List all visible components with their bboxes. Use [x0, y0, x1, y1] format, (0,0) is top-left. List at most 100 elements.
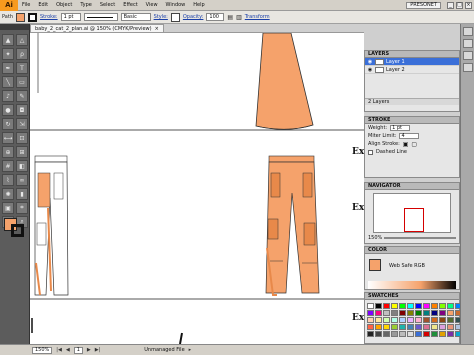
menu-type[interactable]: Type: [76, 2, 95, 8]
color-swatch[interactable]: [391, 303, 398, 309]
menu-edit[interactable]: Edit: [34, 2, 52, 8]
eyedropper-tool-icon[interactable]: ⌇: [2, 174, 14, 186]
color-swatch[interactable]: [383, 331, 390, 337]
transform-link[interactable]: Transform: [245, 14, 270, 20]
last-artboard-icon[interactable]: ▶|: [95, 347, 101, 353]
minimize-button[interactable]: _: [447, 1, 454, 9]
stroke-weight-input[interactable]: 1 pt: [390, 125, 411, 131]
color-swatch[interactable]: [447, 317, 454, 323]
color-swatch[interactable]: [407, 317, 414, 323]
first-artboard-icon[interactable]: |◀: [56, 347, 62, 353]
close-button[interactable]: ×: [465, 1, 472, 9]
document-tab[interactable]: baby_2_cat_2_plan.ai @ 150% (CMYK/Previe…: [30, 24, 164, 32]
next-artboard-icon[interactable]: ▶: [87, 347, 91, 353]
color-swatch[interactable]: [383, 317, 390, 323]
color-swatch[interactable]: [375, 331, 382, 337]
color-swatch[interactable]: [423, 324, 430, 330]
color-swatch[interactable]: [415, 310, 422, 316]
color-swatch[interactable]: [367, 331, 374, 337]
fill-color-swatch[interactable]: [15, 12, 25, 22]
color-swatch[interactable]: [439, 331, 446, 337]
stroke-weight-field[interactable]: 1 pt: [60, 13, 81, 21]
color-swatch[interactable]: [367, 324, 374, 330]
color-swatch[interactable]: [367, 310, 374, 316]
color-fill-swatch[interactable]: [369, 259, 381, 271]
rotate-tool-icon[interactable]: ↻: [2, 118, 14, 130]
collapsed-panel-icon[interactable]: [463, 39, 473, 48]
color-swatch[interactable]: [431, 331, 438, 337]
color-swatch[interactable]: [423, 317, 430, 323]
menu-window[interactable]: Window: [162, 2, 190, 8]
color-swatch[interactable]: [407, 324, 414, 330]
color-swatch[interactable]: [423, 303, 430, 309]
slice-tool-icon[interactable]: ⌗: [16, 202, 28, 214]
color-swatch[interactable]: [407, 331, 414, 337]
opacity-link[interactable]: Opacity:: [183, 14, 204, 20]
color-panel-title[interactable]: COLOR: [365, 247, 459, 254]
variable-width-profile[interactable]: [83, 13, 118, 21]
paintbrush-tool-icon[interactable]: ♪: [2, 90, 14, 102]
lasso-tool-icon[interactable]: ρ: [16, 48, 28, 60]
magic-wand-tool-icon[interactable]: ✦: [2, 48, 14, 60]
type-tool-icon[interactable]: T: [16, 62, 28, 74]
menu-effect[interactable]: Effect: [119, 2, 141, 8]
opacity-field[interactable]: 100: [206, 13, 225, 21]
color-swatch[interactable]: [447, 331, 454, 337]
color-swatch[interactable]: [431, 303, 438, 309]
zoom-level-field[interactable]: 150%: [32, 346, 53, 354]
rectangle-tool-icon[interactable]: ▭: [16, 76, 28, 88]
collapsed-panel-icon[interactable]: [463, 51, 473, 60]
free-transform-tool-icon[interactable]: ⊡: [16, 132, 28, 144]
blob-brush-tool-icon[interactable]: ●: [2, 104, 14, 116]
visibility-eye-icon[interactable]: ◉: [367, 59, 373, 65]
menu-help[interactable]: Help: [189, 2, 208, 8]
graph-tool-icon[interactable]: ▮: [16, 188, 28, 200]
pencil-tool-icon[interactable]: ✎: [16, 90, 28, 102]
color-swatch[interactable]: [399, 317, 406, 323]
perspective-grid-tool-icon[interactable]: ⊞: [16, 146, 28, 158]
color-swatch[interactable]: [399, 324, 406, 330]
zoom-value[interactable]: 150%: [368, 235, 382, 241]
stroke-link[interactable]: Stroke:: [40, 14, 58, 20]
blend-tool-icon[interactable]: ∞: [16, 174, 28, 186]
navigator-view-box[interactable]: [404, 208, 424, 232]
color-swatch[interactable]: [415, 324, 422, 330]
prev-artboard-icon[interactable]: ◀: [66, 347, 70, 353]
style-link[interactable]: Style:: [154, 14, 168, 20]
visibility-eye-icon[interactable]: ◉: [367, 67, 373, 73]
color-swatch[interactable]: [383, 324, 390, 330]
color-swatch[interactable]: [391, 324, 398, 330]
color-swatch[interactable]: [383, 310, 390, 316]
color-swatch[interactable]: [415, 303, 422, 309]
document-tab-close-icon[interactable]: ×: [155, 26, 159, 32]
miter-limit-input[interactable]: 4: [399, 133, 420, 139]
color-swatch[interactable]: [439, 324, 446, 330]
color-swatch[interactable]: [407, 310, 414, 316]
color-swatch[interactable]: [391, 310, 398, 316]
status-menu-icon[interactable]: ▸: [189, 347, 192, 353]
color-swatch[interactable]: [431, 324, 438, 330]
color-swatch[interactable]: [375, 303, 382, 309]
line-tool-icon[interactable]: ╲: [2, 76, 14, 88]
shape-builder-tool-icon[interactable]: ⊕: [2, 146, 14, 158]
align-icon[interactable]: ▤: [227, 14, 233, 21]
color-swatch[interactable]: [367, 303, 374, 309]
color-swatch[interactable]: [399, 310, 406, 316]
align-center-icon[interactable]: ▣: [403, 141, 409, 148]
layer-row[interactable]: ◉ Layer 1: [365, 58, 459, 66]
layer-name[interactable]: Layer 1: [386, 59, 405, 65]
color-swatch[interactable]: [367, 317, 374, 323]
collapsed-panel-icon[interactable]: [463, 63, 473, 72]
stroke-color-box[interactable]: [11, 224, 24, 237]
artboard-tool-icon[interactable]: ▣: [2, 202, 14, 214]
menu-object[interactable]: Object: [52, 2, 76, 8]
selection-tool-icon[interactable]: ▲: [2, 34, 14, 46]
stroke-color-swatch[interactable]: [27, 12, 37, 22]
artboard-canvas[interactable]: Ex Ex Ex: [30, 33, 364, 344]
color-swatch[interactable]: [391, 317, 398, 323]
collapsed-panel-icon[interactable]: [463, 27, 473, 36]
color-swatch[interactable]: [447, 324, 454, 330]
color-swatch[interactable]: [375, 310, 382, 316]
color-swatch[interactable]: [415, 331, 422, 337]
layer-name[interactable]: Layer 2: [386, 67, 405, 73]
